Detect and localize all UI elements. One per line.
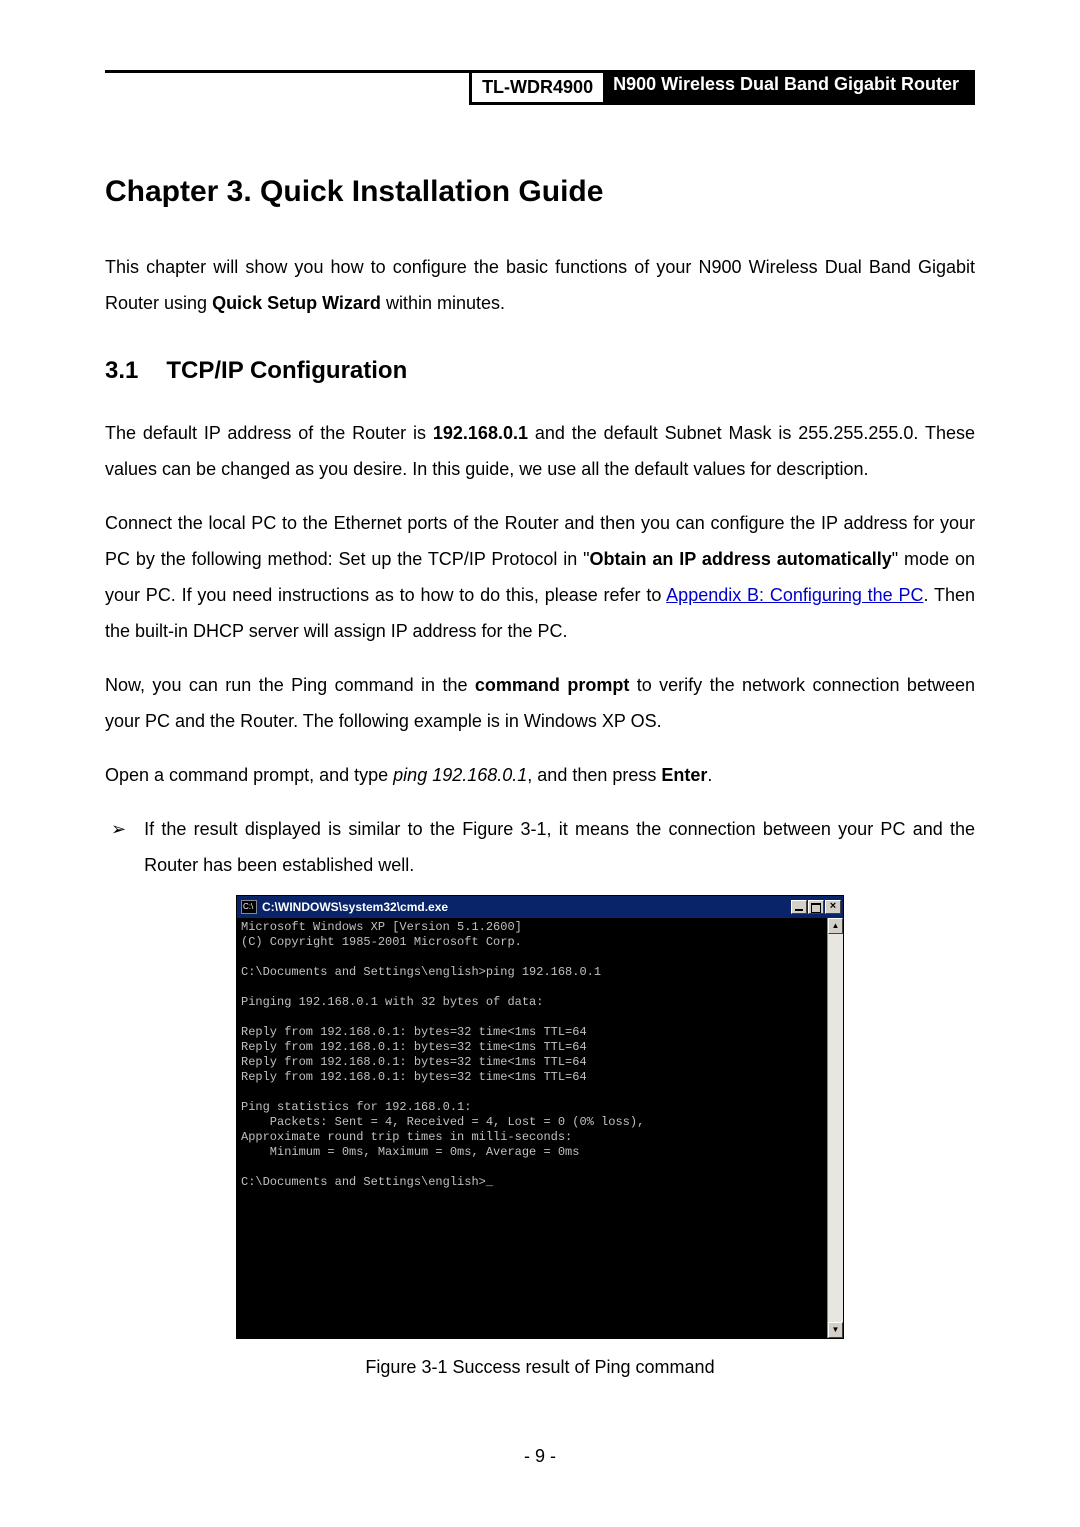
paragraph-open-prompt: Open a command prompt, and type ping 192…: [105, 757, 975, 793]
text: .: [707, 765, 712, 785]
ip-address: 192.168.0.1: [433, 423, 528, 443]
bold-text: Enter: [661, 765, 707, 785]
paragraph-default-ip: The default IP address of the Router is …: [105, 415, 975, 487]
cmd-titlebar: C:\WINDOWS\system32\cmd.exe ×: [237, 896, 843, 918]
paragraph-connect-pc: Connect the local PC to the Ethernet por…: [105, 505, 975, 649]
cmd-title-text: C:\WINDOWS\system32\cmd.exe: [262, 900, 791, 914]
cmd-body-wrap: Microsoft Windows XP [Version 5.1.2600] …: [237, 918, 843, 1338]
section-title: 3.1 TCP/IP Configuration: [105, 357, 975, 385]
text: within minutes.: [381, 293, 505, 313]
chapter-title: Chapter 3. Quick Installation Guide: [105, 175, 975, 209]
bullet-glyph-icon: ➢: [105, 811, 126, 847]
figure-caption: Figure 3-1 Success result of Ping comman…: [105, 1357, 975, 1378]
product-name: N900 Wireless Dual Band Gigabit Router: [603, 70, 975, 105]
scroll-up-button[interactable]: ▲: [828, 918, 843, 934]
page-number: - 9 -: [0, 1446, 1080, 1467]
bold-text: Quick Setup Wizard: [212, 293, 381, 313]
cmd-window: C:\WINDOWS\system32\cmd.exe × Microsoft …: [236, 895, 844, 1339]
paragraph-ping: Now, you can run the Ping command in the…: [105, 667, 975, 739]
scroll-down-button[interactable]: ▼: [828, 1322, 843, 1338]
text: Open a command prompt, and type: [105, 765, 393, 785]
section-number: 3.1: [105, 357, 138, 385]
section-heading: TCP/IP Configuration: [166, 357, 407, 384]
maximize-button[interactable]: [808, 900, 824, 914]
cmd-output: Microsoft Windows XP [Version 5.1.2600] …: [237, 918, 827, 1338]
appendix-link[interactable]: Appendix B: Configuring the PC: [666, 585, 923, 605]
text: The default IP address of the Router is: [105, 423, 433, 443]
close-button[interactable]: ×: [825, 900, 841, 914]
italic-command: ping 192.168.0.1: [393, 765, 527, 785]
intro-paragraph: This chapter will show you how to config…: [105, 249, 975, 321]
scroll-track[interactable]: [828, 934, 843, 1322]
bold-text: command prompt: [475, 675, 629, 695]
text: , and then press: [527, 765, 661, 785]
header-band: TL-WDR4900 N900 Wireless Dual Band Gigab…: [105, 70, 975, 105]
window-buttons: ×: [791, 900, 841, 914]
bullet-text: If the result displayed is similar to th…: [144, 811, 975, 883]
vertical-scrollbar[interactable]: ▲ ▼: [827, 918, 843, 1338]
minimize-button[interactable]: [791, 900, 807, 914]
text: Now, you can run the Ping command in the: [105, 675, 475, 695]
cmd-icon: [241, 900, 257, 914]
model-number: TL-WDR4900: [469, 70, 603, 105]
bullet-item: ➢ If the result displayed is similar to …: [105, 811, 975, 883]
bold-text: Obtain an IP address automatically: [590, 549, 892, 569]
